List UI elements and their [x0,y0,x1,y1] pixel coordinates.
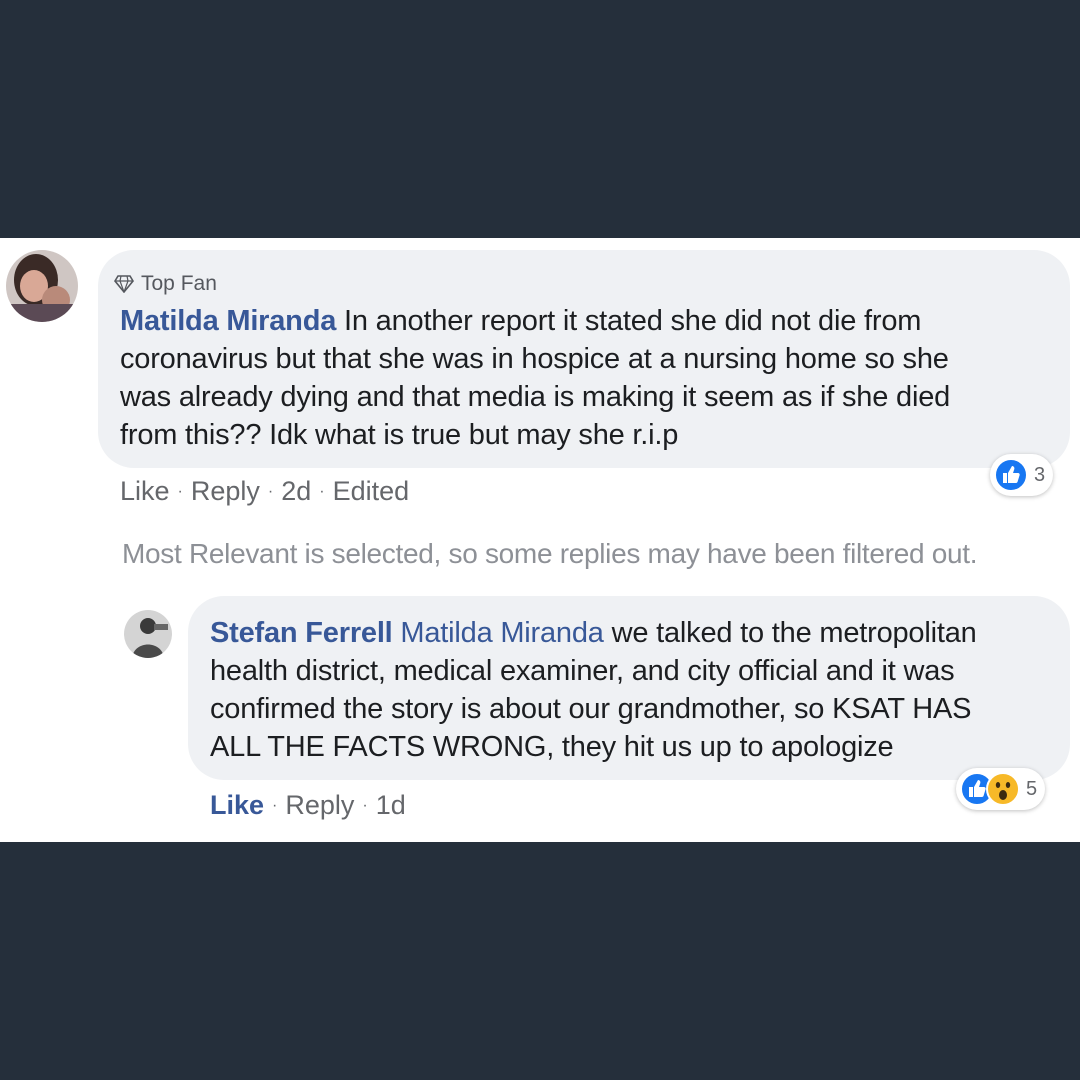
comment-author[interactable]: Matilda Miranda [120,305,336,337]
filter-notice: Most Relevant is selected, so some repli… [122,538,978,569]
edited-label[interactable]: Edited [333,476,410,507]
timestamp[interactable]: 1d [376,790,406,821]
reply-link[interactable]: Reply [285,790,354,821]
timestamp[interactable]: 2d [281,476,311,507]
avatar-matilda[interactable] [6,250,78,322]
reply-link[interactable]: Reply [191,476,260,507]
reply-line-2: health district, medical examiner, and c… [210,655,955,687]
reply-actions: Like · Reply · 1d [210,790,406,821]
reply-line-1-text: we talked to the metropolitan [611,617,977,649]
reply-author[interactable]: Stefan Ferrell [210,617,393,649]
comments-panel: Top Fan Matilda Miranda In another repor… [0,238,1080,842]
reply-bubble: Stefan Ferrell Matilda Miranda we talked… [188,596,1070,780]
separator-dot: · [319,482,325,500]
wow-icon [986,772,1020,806]
badge-label: Top Fan [141,272,217,295]
separator-dot: · [272,796,278,814]
comment-bubble: Top Fan Matilda Miranda In another repor… [98,250,1070,468]
separator-dot: · [177,482,183,500]
diamond-icon [114,275,134,293]
reply-line-3: confirmed the story is about our grandmo… [210,693,972,725]
reaction-count: 3 [1034,463,1046,486]
like-icon [994,458,1028,492]
top-fan-badge: Top Fan [114,272,217,296]
reply-text: Stefan Ferrell Matilda Miranda we talked… [210,614,1060,766]
comment-line-1: Matilda Miranda In another report it sta… [120,302,1060,340]
reply-reactions[interactable]: 5 [956,768,1046,810]
separator-dot: · [362,796,368,814]
comment-line-4: from this?? Idk what is true but may she… [120,419,679,451]
separator-dot: · [267,482,274,500]
like-link[interactable]: Like [120,476,170,507]
reply-line-1: Stefan Ferrell Matilda Miranda we talked… [210,614,1060,652]
comment-text: Matilda Miranda In another report it sta… [120,302,1060,454]
reply-mention[interactable]: Matilda Miranda [400,617,604,649]
avatar-stefan[interactable] [124,610,172,658]
comment-line-2: coronavirus but that she was in hospice … [120,343,949,375]
comment-line-3: was already dying and that media is maki… [120,381,951,413]
reaction-count: 5 [1026,777,1038,800]
like-link[interactable]: Like [210,790,264,821]
comment-line-1-text: In another report it stated she did not … [344,305,922,337]
profile-photo [6,250,78,322]
comment-actions: Like · Reply · 2d · Edited [120,476,409,507]
comment-reactions[interactable]: 3 [990,454,1054,496]
reply-line-4: ALL THE FACTS WRONG, they hit us up to a… [210,731,894,763]
profile-photo [124,610,172,658]
